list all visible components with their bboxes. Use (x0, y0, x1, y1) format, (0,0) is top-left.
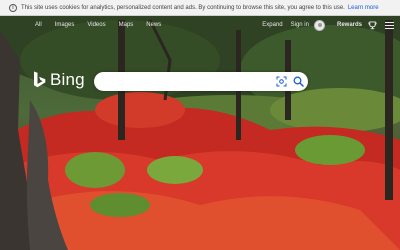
expand-link[interactable]: Expand (262, 22, 282, 28)
sign-in-link[interactable]: Sign in (291, 22, 309, 28)
info-icon: i (9, 3, 17, 12)
learn-more-link[interactable]: Learn more (348, 5, 379, 11)
bing-wordmark: Bing (50, 70, 85, 89)
nav-link-maps[interactable]: Maps (119, 22, 134, 28)
trophy-icon[interactable] (368, 20, 377, 30)
search-box[interactable] (94, 72, 308, 91)
nav-link-news[interactable]: News (146, 22, 161, 28)
search-input[interactable] (102, 75, 267, 88)
top-nav: All Images Videos Maps News Expand Sign … (0, 16, 400, 34)
nav-link-images[interactable]: Images (55, 22, 75, 28)
cookie-text: This site uses cookies for analytics, pe… (21, 4, 345, 11)
avatar-icon[interactable] (313, 19, 325, 31)
rewards-link[interactable]: Rewards (337, 22, 362, 28)
nav-link-videos[interactable]: Videos (87, 22, 105, 28)
nav-right: Expand Sign in Rewards (254, 16, 394, 34)
background-photo (0, 0, 400, 250)
scope-links: All Images Videos Maps News (35, 22, 174, 28)
bing-logo-icon (34, 71, 46, 87)
menu-icon[interactable] (385, 21, 394, 29)
cookie-banner: i This site uses cookies for analytics, … (0, 0, 400, 16)
visual-search-icon[interactable] (276, 76, 287, 87)
nav-link-all[interactable]: All (35, 22, 42, 28)
search-icon[interactable] (293, 76, 304, 87)
bing-logo[interactable]: Bing (33, 70, 85, 90)
